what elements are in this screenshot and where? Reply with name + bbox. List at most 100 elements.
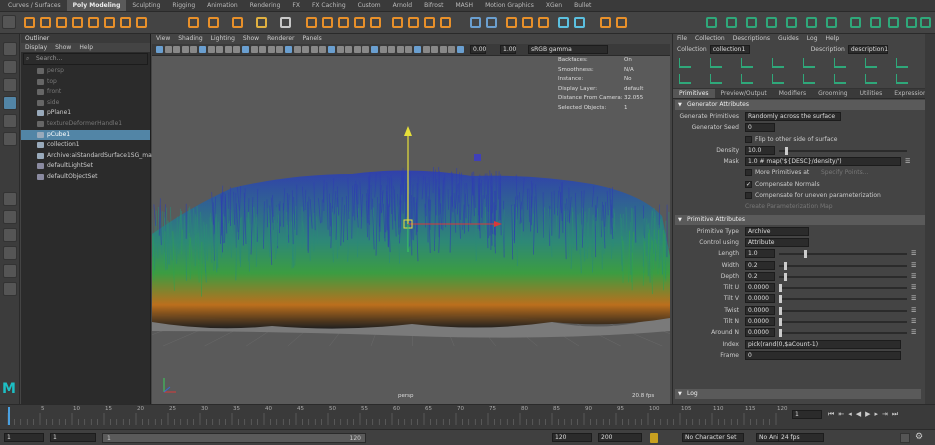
- viewport-toolbar-icon[interactable]: [353, 46, 361, 53]
- shelf-tool-icon[interactable]: [408, 17, 419, 28]
- shelf-tab[interactable]: XGen: [540, 0, 568, 11]
- shelf-tab[interactable]: Motion Graphics: [479, 0, 540, 11]
- tilt-u-slider[interactable]: [779, 284, 907, 293]
- viewport-toolbar-icon[interactable]: [319, 46, 327, 53]
- move-tool-icon[interactable]: [3, 96, 17, 110]
- step-back-key-icon[interactable]: ⇤: [838, 410, 844, 419]
- shelf-tool-icon[interactable]: [392, 17, 403, 28]
- flip-checkbox[interactable]: [745, 135, 752, 143]
- shelf-tab[interactable]: FX: [286, 0, 306, 11]
- tilt-v-slider-knob[interactable]: [779, 295, 782, 304]
- viewport-toolbar-icon[interactable]: [396, 46, 404, 53]
- compensate-normals-checkbox[interactable]: ✓: [745, 180, 752, 188]
- depth-slider-knob[interactable]: [784, 272, 787, 281]
- shelf-tool-icon[interactable]: [88, 17, 99, 28]
- xgen-menu-item[interactable]: Log: [807, 34, 818, 44]
- go-to-start-icon[interactable]: ⏮: [828, 410, 834, 419]
- shelf-tab[interactable]: Custom: [352, 0, 387, 11]
- viewport-toolbar-icon[interactable]: [233, 46, 241, 53]
- twist-slider-knob[interactable]: [779, 306, 782, 315]
- shelf-tab[interactable]: Rendering: [244, 0, 287, 11]
- shelf-tab[interactable]: Rigging: [166, 0, 201, 11]
- layout-four-icon[interactable]: [3, 210, 17, 224]
- outliner-item[interactable]: textureDeformerHandle1: [21, 119, 150, 130]
- shelf-tool-icon[interactable]: [506, 17, 517, 28]
- description-dropdown[interactable]: description1: [847, 45, 888, 54]
- layout-side-icon[interactable]: [3, 228, 17, 242]
- viewport-toolbar-icon[interactable]: [267, 46, 275, 53]
- xgen-tool-icon[interactable]: [679, 58, 691, 68]
- outliner-search-input[interactable]: ⌕ Search...: [23, 53, 148, 65]
- viewport-toolbar-icon[interactable]: [414, 46, 421, 53]
- manipulator-plane-handle[interactable]: [474, 154, 481, 161]
- viewport-3d[interactable]: Backfaces: Smoothness: Instance: Display La…: [152, 56, 670, 404]
- xgen-tool-icon[interactable]: [865, 74, 877, 84]
- shelf-tab[interactable]: Sculpting: [126, 0, 166, 11]
- viewport-toolbar-icon[interactable]: [199, 46, 206, 53]
- end-frame-field[interactable]: 200: [598, 433, 642, 442]
- shelf-tool-icon[interactable]: [850, 17, 861, 28]
- playback-start-field[interactable]: 1: [50, 433, 96, 442]
- xgen-tool-icon[interactable]: [896, 74, 908, 84]
- specify-points-button[interactable]: Specify Points...: [821, 169, 868, 176]
- index-expression-field[interactable]: pick(rand(0,$aCount-1): [745, 339, 901, 349]
- shelf-tool-icon[interactable]: [706, 17, 717, 28]
- tilt-n-field[interactable]: 0.0000: [745, 317, 775, 327]
- shelf-tool-icon[interactable]: [56, 17, 67, 28]
- around-n-field[interactable]: 0.0000: [745, 328, 775, 338]
- outliner-item[interactable]: pCube1: [21, 129, 150, 141]
- tilt-u-menu-icon[interactable]: ☰: [911, 284, 916, 291]
- tilt-n-slider-knob[interactable]: [779, 318, 782, 327]
- shelf-tool-icon[interactable]: [826, 17, 837, 28]
- xgen-tab[interactable]: Preview/Output: [715, 89, 773, 98]
- xgen-menu-item[interactable]: Guides: [778, 34, 799, 44]
- shelf-tool-icon[interactable]: [136, 17, 147, 28]
- shelf-tab[interactable]: Arnold: [387, 0, 418, 11]
- shelf-tool-icon[interactable]: [522, 17, 533, 28]
- shelf-tool-icon[interactable]: [486, 17, 497, 28]
- xgen-tab[interactable]: Modifiers: [773, 89, 812, 98]
- length-slider-knob[interactable]: [804, 250, 807, 259]
- shelf-tab[interactable]: MASH: [449, 0, 479, 11]
- viewport-toolbar-icon[interactable]: [388, 46, 396, 53]
- exposure-field[interactable]: 0.00: [470, 45, 486, 54]
- xgen-tool-icon[interactable]: [772, 58, 784, 68]
- shelf-tool-icon[interactable]: [558, 17, 569, 28]
- length-slider[interactable]: [779, 250, 907, 259]
- step-back-icon[interactable]: ◂: [848, 410, 852, 419]
- generator-seed-field[interactable]: 0: [745, 123, 775, 133]
- shelf-tool-icon[interactable]: [766, 17, 777, 28]
- xgen-tool-icon[interactable]: [834, 74, 846, 84]
- xgen-tool-icon[interactable]: [772, 74, 784, 84]
- width-field[interactable]: 0.2: [745, 260, 775, 270]
- viewport-toolbar-icon[interactable]: [285, 46, 292, 53]
- outliner-item[interactable]: side: [21, 98, 150, 109]
- twist-field[interactable]: 0.0000: [745, 305, 775, 315]
- go-to-end-icon[interactable]: ⏭: [892, 410, 898, 419]
- depth-menu-icon[interactable]: ☰: [911, 273, 916, 280]
- xgen-menu-item[interactable]: Collection: [695, 34, 725, 44]
- frame-field[interactable]: 0: [745, 350, 901, 360]
- length-menu-icon[interactable]: ☰: [911, 250, 916, 257]
- tilt-v-menu-icon[interactable]: ☰: [911, 295, 916, 302]
- viewport-toolbar-icon[interactable]: [173, 46, 181, 53]
- xgen-tool-icon[interactable]: [679, 74, 691, 84]
- twist-menu-icon[interactable]: ☰: [911, 307, 916, 314]
- xgen-tool-icon[interactable]: [865, 58, 877, 68]
- outliner-menu-item[interactable]: Show: [55, 43, 71, 52]
- viewport-toolbar-icon[interactable]: [371, 46, 378, 53]
- xgen-tab[interactable]: Grooming: [812, 89, 853, 98]
- play-backward-icon[interactable]: ◀: [856, 410, 861, 419]
- xgen-tool-icon[interactable]: [741, 74, 753, 84]
- xgen-tool-icon[interactable]: [710, 74, 722, 84]
- shelf-tool-icon[interactable]: [40, 17, 51, 28]
- tilt-v-field[interactable]: 0.0000: [745, 294, 775, 304]
- xgen-tool-icon[interactable]: [741, 58, 753, 68]
- outliner-item[interactable]: collection1: [21, 140, 150, 151]
- menu-gear-icon[interactable]: [2, 15, 16, 29]
- more-primitives-checkbox[interactable]: [745, 169, 752, 177]
- viewport-toolbar-icon[interactable]: [224, 46, 232, 53]
- lasso-tool-icon[interactable]: [3, 60, 17, 74]
- rotate-tool-icon[interactable]: [3, 114, 17, 128]
- shelf-tool-icon[interactable]: [806, 17, 817, 28]
